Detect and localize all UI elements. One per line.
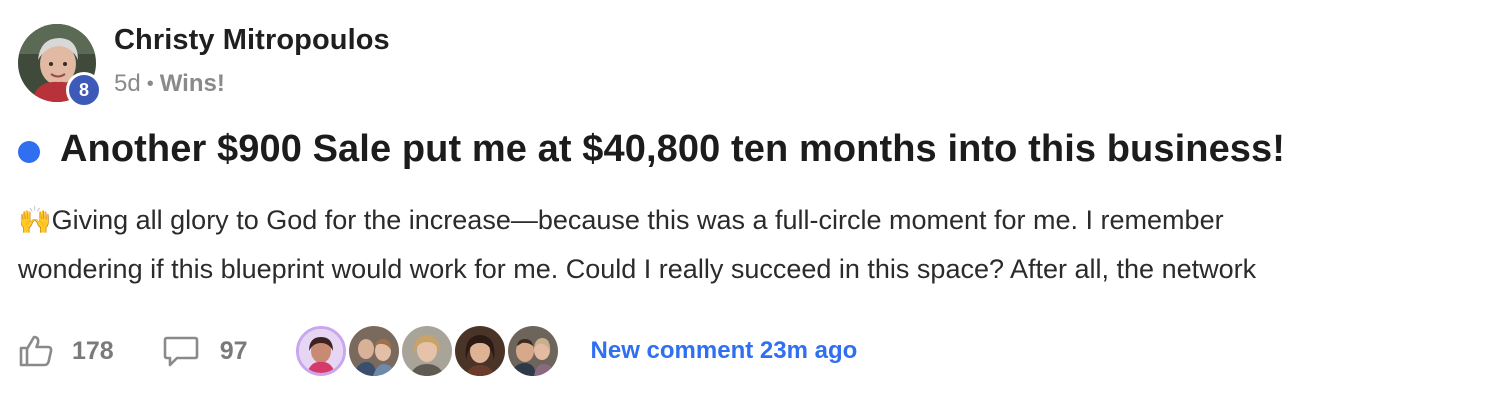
meta-separator: • xyxy=(146,72,154,95)
like-button[interactable]: 178 xyxy=(18,334,114,368)
commenter-avatar-image xyxy=(454,326,505,376)
new-comment-link[interactable]: New comment 23m ago xyxy=(591,337,858,365)
post-body-line: 🙌Giving all glory to God for the increas… xyxy=(18,205,1224,235)
unread-indicator xyxy=(18,140,40,163)
post-meta: 5d • Wins! xyxy=(114,70,225,98)
post-footer: 178 97 New comment 23m ago xyxy=(18,324,857,378)
like-count: 178 xyxy=(72,336,114,365)
post-body[interactable]: 🙌Giving all glory to God for the increas… xyxy=(18,196,1488,294)
speech-bubble-icon xyxy=(163,336,199,367)
post-time: 5d xyxy=(114,70,141,97)
commenter-avatar[interactable] xyxy=(295,326,346,376)
commenter-avatar-image xyxy=(507,326,558,376)
comment-count: 97 xyxy=(219,336,248,365)
commenter-avatar-image xyxy=(401,326,452,376)
recent-commenters[interactable] xyxy=(295,326,561,376)
commenter-avatar-image xyxy=(348,326,399,376)
author-avatar-container[interactable]: 8 xyxy=(18,24,102,108)
post-category[interactable]: Wins! xyxy=(160,70,225,98)
thumbs-up-icon xyxy=(19,335,53,367)
author-name[interactable]: Christy Mitropoulos xyxy=(114,24,390,57)
comment-button[interactable]: 97 xyxy=(162,334,248,368)
commenter-avatar-image xyxy=(298,329,343,373)
level-badge: 8 xyxy=(66,72,102,108)
commenter-avatar[interactable] xyxy=(454,326,505,376)
commenter-avatar[interactable] xyxy=(348,326,399,376)
post-body-line: wondering if this blueprint would work f… xyxy=(18,254,1257,284)
post-title[interactable]: Another $900 Sale put me at $40,800 ten … xyxy=(60,128,1285,171)
commenter-avatar[interactable] xyxy=(507,326,558,376)
post-card[interactable]: 8 Christy Mitropoulos 5d • Wins! Another… xyxy=(0,0,1500,406)
post-title-row[interactable]: Another $900 Sale put me at $40,800 ten … xyxy=(18,128,1285,171)
commenter-avatar[interactable] xyxy=(401,326,452,376)
